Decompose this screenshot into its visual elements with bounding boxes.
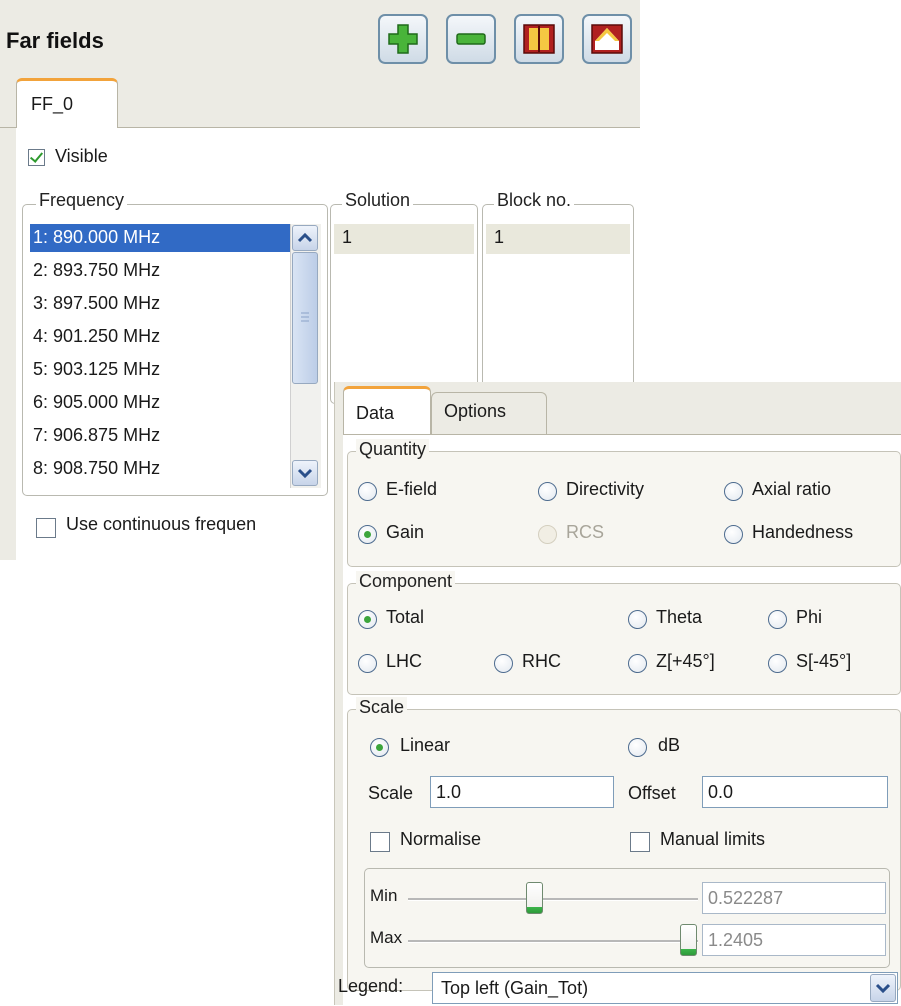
radio-lhc-label: LHC bbox=[386, 651, 423, 671]
quantity-legend: Quantity bbox=[356, 439, 430, 460]
radio-e-field[interactable] bbox=[358, 482, 377, 501]
visible-label: Visible bbox=[55, 146, 108, 166]
max-slider-thumb[interactable] bbox=[680, 924, 697, 956]
radio-db[interactable] bbox=[628, 738, 647, 757]
tab-options-label: Options bbox=[444, 401, 507, 421]
component-legend: Component bbox=[356, 571, 456, 592]
radio-rhc[interactable] bbox=[494, 654, 513, 673]
scroll-up-button[interactable] bbox=[292, 225, 318, 251]
offset-input[interactable] bbox=[702, 776, 888, 808]
frequency-list-item[interactable]: 7: 906.875 MHz bbox=[30, 422, 290, 450]
radio-total-label: Total bbox=[386, 607, 425, 627]
scale-group: Scale Linear dB Scale Offset Normalise M… bbox=[347, 697, 901, 991]
remove-icon bbox=[456, 33, 486, 45]
frequency-legend: Frequency bbox=[36, 190, 128, 211]
legend-select-value: Top left (Gain_Tot) bbox=[441, 978, 589, 998]
data-tab-content: Quantity E-field Directivity Axial ratio… bbox=[343, 434, 901, 1006]
legend-dropdown-button[interactable] bbox=[870, 974, 896, 1002]
manual-limits-checkbox[interactable] bbox=[630, 832, 650, 852]
frequency-list-item[interactable]: 1: 890.000 MHz bbox=[30, 224, 290, 252]
frequency-list[interactable]: 1: 890.000 MHz 2: 893.750 MHz 3: 897.500 M… bbox=[30, 224, 322, 488]
frequency-list-item[interactable]: 4: 901.250 MHz bbox=[30, 323, 290, 351]
tab-data-label: Data bbox=[356, 403, 395, 423]
offset-label: Offset bbox=[628, 783, 676, 803]
radio-rcs-label: RCS bbox=[566, 522, 605, 542]
radio-axial-ratio[interactable] bbox=[724, 482, 743, 501]
add-icon bbox=[388, 24, 418, 54]
normalise-checkbox[interactable] bbox=[370, 832, 390, 852]
radio-total[interactable] bbox=[358, 610, 377, 629]
radio-theta-label: Theta bbox=[656, 607, 703, 627]
min-slider-track bbox=[408, 898, 698, 901]
data-options-panel: Data Options Quantity E-field Directivit… bbox=[334, 382, 901, 1006]
radio-linear[interactable] bbox=[370, 738, 389, 757]
scale-label: Scale bbox=[368, 783, 414, 803]
solution-list-item[interactable]: 1 bbox=[334, 224, 474, 254]
panel-title: Far fields bbox=[6, 28, 104, 53]
solution-legend: Solution bbox=[342, 190, 414, 211]
frequency-list-item[interactable]: 6: 905.000 MHz bbox=[30, 389, 290, 417]
book-button[interactable] bbox=[514, 14, 564, 64]
scroll-thumb[interactable] bbox=[292, 252, 318, 384]
radio-phi-label: Phi bbox=[796, 607, 823, 627]
normalise-label: Normalise bbox=[400, 829, 482, 849]
frequency-list-item[interactable]: 5: 903.125 MHz bbox=[30, 356, 290, 384]
radio-handedness-label: Handedness bbox=[752, 522, 854, 542]
radio-lhc[interactable] bbox=[358, 654, 377, 673]
radio-axial-ratio-label: Axial ratio bbox=[752, 479, 832, 499]
radio-gain[interactable] bbox=[358, 525, 377, 544]
frequency-list-item[interactable]: 8: 908.750 MHz bbox=[30, 455, 290, 483]
radio-gain-label: Gain bbox=[386, 522, 425, 542]
radio-rhc-label: RHC bbox=[522, 651, 561, 671]
scale-legend: Scale bbox=[356, 697, 408, 718]
book-icon bbox=[523, 24, 555, 54]
visible-checkbox[interactable] bbox=[28, 149, 45, 166]
legend-label: Legend: bbox=[338, 976, 404, 996]
scroll-down-button[interactable] bbox=[292, 460, 318, 486]
radio-phi[interactable] bbox=[768, 610, 787, 629]
manual-limits-label: Manual limits bbox=[660, 829, 766, 849]
max-slider-track bbox=[408, 940, 698, 943]
tab-data[interactable]: Data bbox=[343, 386, 431, 436]
radio-z-plus-45-label: Z[+45°] bbox=[656, 651, 715, 671]
max-value-field bbox=[702, 924, 886, 956]
scale-input[interactable] bbox=[430, 776, 614, 808]
continuous-frequency-checkbox[interactable] bbox=[36, 518, 56, 538]
block-legend: Block no. bbox=[494, 190, 575, 211]
frequency-list-item[interactable]: 3: 897.500 MHz bbox=[30, 290, 290, 318]
grip-icon bbox=[301, 312, 309, 322]
radio-rcs bbox=[538, 525, 557, 544]
continuous-frequency-label: Use continuous frequen bbox=[66, 514, 257, 534]
radio-handedness[interactable] bbox=[724, 525, 743, 544]
tab-label: FF_0 bbox=[31, 94, 74, 114]
legend-select[interactable]: Top left (Gain_Tot) bbox=[432, 972, 898, 1004]
min-slider-thumb[interactable] bbox=[526, 882, 543, 914]
component-group: Component Total Theta Phi LHC RHC Z[+45°… bbox=[347, 571, 901, 695]
tab-options[interactable]: Options bbox=[431, 392, 547, 434]
radio-directivity-label: Directivity bbox=[566, 479, 645, 499]
chevron-down-icon bbox=[875, 983, 891, 994]
chevron-down-icon bbox=[297, 468, 313, 479]
chevron-up-icon bbox=[297, 232, 313, 243]
block-list-item[interactable]: 1 bbox=[486, 224, 630, 254]
tab-ff0[interactable]: FF_0 bbox=[16, 78, 118, 130]
radio-linear-label: Linear bbox=[400, 735, 451, 755]
frequency-list-item[interactable]: 2: 893.750 MHz bbox=[30, 257, 290, 285]
add-button[interactable] bbox=[378, 14, 428, 64]
radio-s-minus-45[interactable] bbox=[768, 654, 787, 673]
min-value-field bbox=[702, 882, 886, 914]
min-label: Min bbox=[370, 886, 398, 905]
roof-button[interactable] bbox=[582, 14, 632, 64]
remove-button[interactable] bbox=[446, 14, 496, 64]
radio-db-label: dB bbox=[658, 735, 681, 755]
radio-theta[interactable] bbox=[628, 610, 647, 629]
radio-s-minus-45-label: S[-45°] bbox=[796, 651, 852, 671]
roof-icon bbox=[591, 24, 623, 54]
quantity-group: Quantity E-field Directivity Axial ratio… bbox=[347, 439, 901, 567]
max-label: Max bbox=[370, 928, 403, 947]
radio-z-plus-45[interactable] bbox=[628, 654, 647, 673]
frequency-scrollbar[interactable] bbox=[290, 224, 321, 488]
radio-directivity[interactable] bbox=[538, 482, 557, 501]
radio-e-field-label: E-field bbox=[386, 479, 438, 499]
